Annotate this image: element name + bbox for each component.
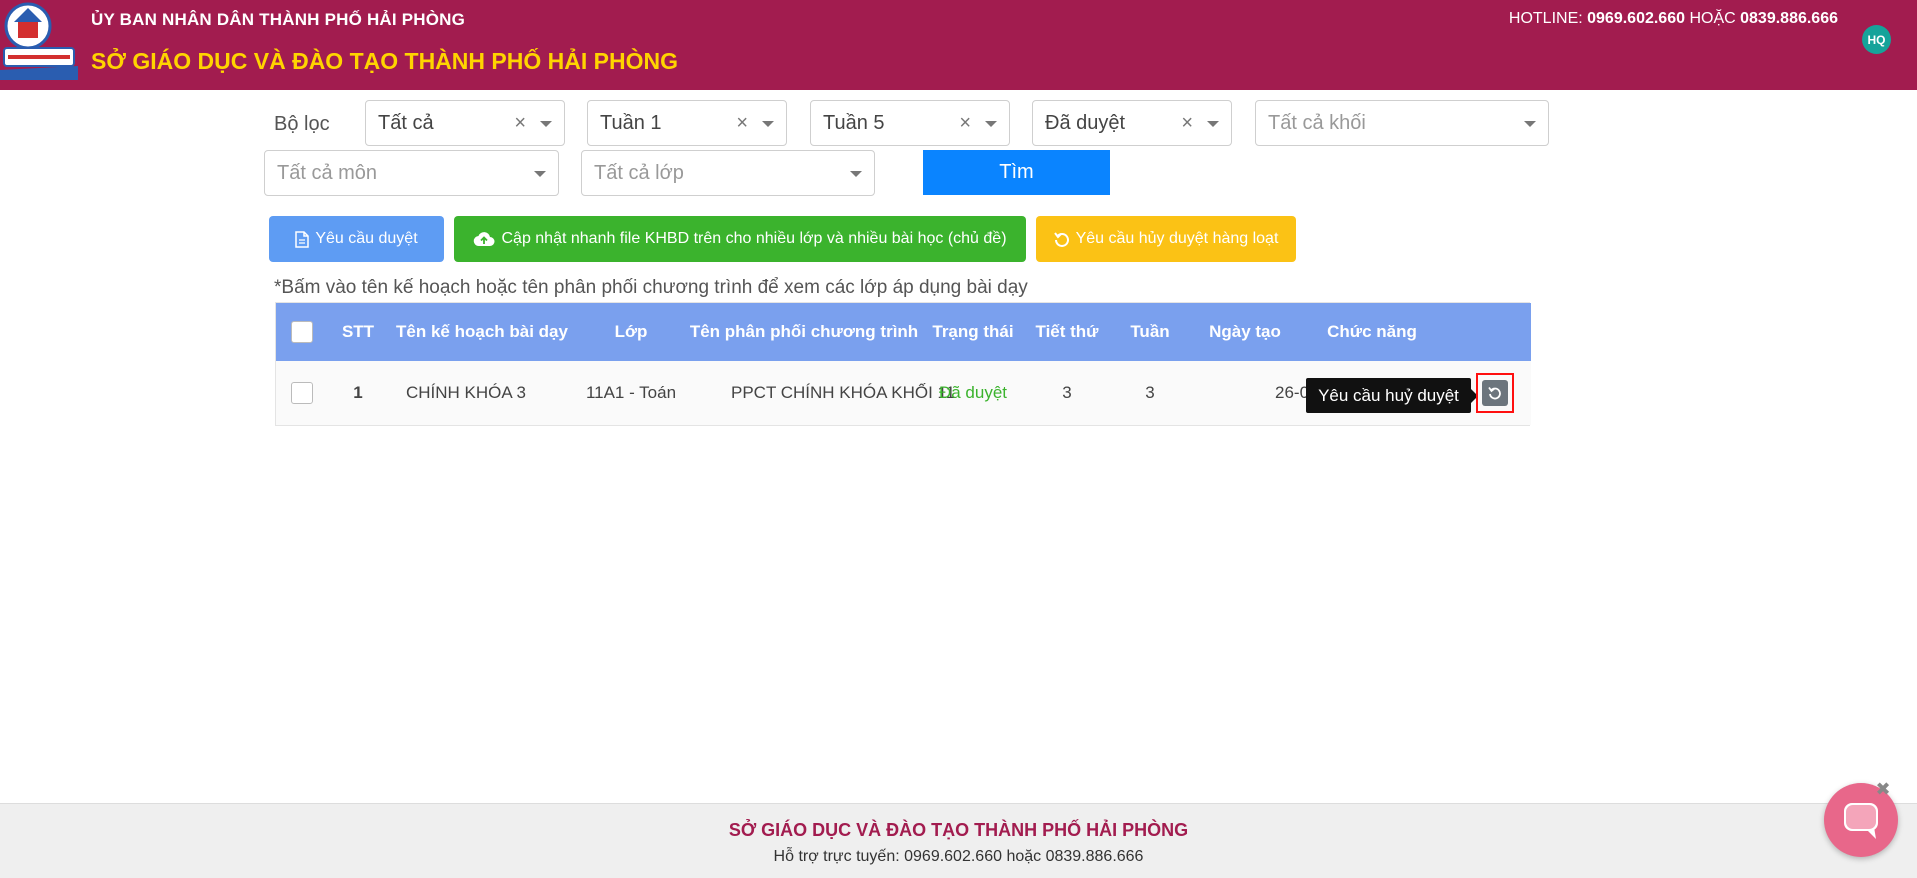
select-value: Đã duyệt — [1045, 111, 1126, 134]
select-value: Tuần 1 — [600, 111, 662, 134]
clear-icon[interactable]: × — [1181, 112, 1193, 135]
select-placeholder: Tất cả khối — [1268, 111, 1366, 134]
column-header-stt: STT — [341, 322, 375, 341]
select-placeholder: Tất cả môn — [277, 161, 378, 184]
cell-class: 11A1 - Toán — [585, 383, 677, 402]
chevron-down-icon[interactable] — [1207, 121, 1219, 127]
cancel-approval-highlight — [1476, 373, 1514, 413]
column-header-lesson: Tiết thứ — [1035, 322, 1099, 341]
hotline-number-2: 0839.886.666 — [1740, 10, 1838, 27]
cell-lesson: 3 — [1062, 383, 1072, 402]
hotline-or: HOẶC — [1685, 10, 1741, 27]
bulk-cancel-request-label: Yêu cầu hủy duyệt hàng loạt — [1075, 230, 1279, 247]
chevron-down-icon[interactable] — [1524, 121, 1536, 127]
request-approval-label: Yêu cầu duyệt — [315, 230, 418, 247]
hotline: HOTLINE: 0969.602.660 HOẶC 0839.886.666 — [1509, 10, 1838, 28]
cell-stt: 1 — [353, 383, 363, 402]
cell-status: Đã duyệt — [938, 383, 1008, 402]
chevron-down-icon[interactable] — [540, 121, 552, 127]
select-all-cell — [276, 303, 328, 361]
week-to-select[interactable]: Tuần 5 × — [810, 100, 1010, 146]
subject-select[interactable]: Tất cả môn — [264, 150, 559, 196]
column-header-created: Ngày tạo — [1209, 322, 1281, 341]
filter-label: Bộ lọc — [274, 113, 330, 135]
school-year-select[interactable]: Tất cả × — [365, 100, 565, 146]
user-avatar[interactable]: HQ — [1862, 25, 1891, 54]
cancel-approval-button[interactable] — [1482, 380, 1508, 406]
chevron-down-icon[interactable] — [850, 171, 862, 177]
row-select-cell — [276, 361, 328, 425]
quick-update-button[interactable]: Cập nhật nhanh file KHBD trên cho nhiều … — [454, 216, 1026, 262]
table-header: STT Tên kế hoạch bài dạy Lớp Tên phân ph… — [276, 303, 1531, 361]
bulk-cancel-request-button[interactable]: Yêu cầu hủy duyệt hàng loạt — [1036, 216, 1296, 262]
site-header: ỦY BAN NHÂN DÂN THÀNH PHỐ HẢI PHÒNG SỞ G… — [0, 0, 1917, 90]
department-logo[interactable] — [0, 0, 78, 80]
column-header-week: Tuần — [1130, 322, 1170, 341]
column-header-actions: Chức năng — [1327, 322, 1417, 341]
select-all-checkbox[interactable] — [291, 321, 313, 343]
hotline-number-1: 0969.602.660 — [1587, 10, 1685, 27]
week-from-select[interactable]: Tuần 1 × — [587, 100, 787, 146]
column-header-class: Lớp — [614, 322, 648, 341]
column-header-plan-name: Tên kế hoạch bài dạy — [396, 322, 568, 341]
select-placeholder: Tất cả lớp — [594, 161, 684, 184]
undo-icon — [1053, 232, 1069, 247]
class-select[interactable]: Tất cả lớp — [581, 150, 875, 196]
hotline-label: HOTLINE: — [1508, 10, 1588, 27]
chevron-down-icon[interactable] — [985, 121, 997, 127]
undo-icon — [1488, 386, 1501, 400]
cell-program[interactable]: PPCT CHÍNH KHÓA KHỐI 11 — [731, 361, 955, 425]
footer-title: SỞ GIÁO DỤC VÀ ĐÀO TẠO THÀNH PHỐ HẢI PHÒ… — [728, 820, 1189, 840]
cancel-approval-tooltip: Yêu cầu huỷ duyệt — [1306, 378, 1478, 413]
clear-icon[interactable]: × — [514, 112, 526, 135]
hint-note: *Bấm vào tên kế hoạch hoặc tên phân phối… — [274, 277, 1028, 298]
column-header-status: Trạng thái — [932, 322, 1014, 341]
header-org: ỦY BAN NHÂN DÂN THÀNH PHỐ HẢI PHÒNG — [91, 10, 466, 29]
chevron-down-icon[interactable] — [534, 171, 546, 177]
status-select[interactable]: Đã duyệt × — [1032, 100, 1232, 146]
chat-close-icon[interactable]: ✖ — [1874, 780, 1892, 798]
file-icon — [295, 230, 310, 248]
chevron-down-icon[interactable] — [762, 121, 774, 127]
clear-icon[interactable]: × — [959, 112, 971, 135]
cell-plan-name[interactable]: CHÍNH KHÓA 3 — [406, 361, 576, 425]
select-value: Tuần 5 — [823, 111, 885, 134]
page-title: SỞ GIÁO DỤC VÀ ĐÀO TẠO THÀNH PHỐ HẢI PHÒ… — [91, 48, 678, 74]
footer-support: Hỗ trợ trực tuyến: 0969.602.660 hoặc 083… — [773, 848, 1144, 865]
quick-update-label: Cập nhật nhanh file KHBD trên cho nhiều … — [501, 230, 1007, 247]
column-header-program: Tên phân phối chương trình — [689, 322, 919, 341]
find-button[interactable]: Tìm — [923, 150, 1110, 195]
grade-select[interactable]: Tất cả khối — [1255, 100, 1549, 146]
select-value: Tất cả — [378, 111, 434, 134]
request-approval-button[interactable]: Yêu cầu duyệt — [269, 216, 444, 262]
row-checkbox[interactable] — [291, 382, 313, 404]
clear-icon[interactable]: × — [736, 112, 748, 135]
cell-week: 3 — [1145, 383, 1155, 402]
site-footer: SỞ GIÁO DỤC VÀ ĐÀO TẠO THÀNH PHỐ HẢI PHÒ… — [0, 803, 1917, 878]
cloud-upload-icon — [474, 232, 495, 247]
